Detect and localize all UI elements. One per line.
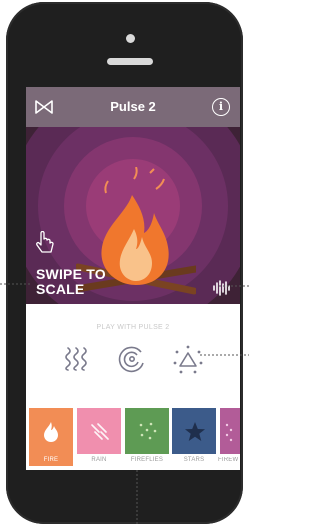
speaker-grille [107, 58, 153, 65]
info-icon[interactable]: i [212, 98, 230, 116]
tile-fire[interactable] [29, 408, 73, 454]
swipe-hint-line1: SWIPE TO [36, 266, 106, 282]
rain-icon [91, 423, 109, 440]
sound-wave-icon[interactable] [212, 280, 232, 296]
tile-label-stars[interactable]: STARS [169, 457, 219, 463]
sound-scene-selector: FIRE RAIN FIREFLIES STARS FIREW [26, 408, 240, 470]
swipe-hand-icon [36, 231, 54, 253]
tile-stars[interactable] [172, 408, 216, 454]
tile-label-fireflies[interactable]: FIREFLIES [122, 457, 172, 463]
tile-label-fireworks[interactable]: FIREW [218, 457, 240, 463]
tile-label-fire[interactable]: FIRE [29, 454, 73, 466]
flame-icon [44, 422, 58, 442]
fireflies-icon [139, 422, 157, 440]
camera-dot [126, 34, 135, 43]
spiral-pulse-icon[interactable] [117, 345, 147, 375]
swipe-to-scale-hint: SWIPE TO SCALE [36, 267, 106, 297]
callout-line-right-mid [200, 354, 249, 356]
tile-label-rain[interactable]: RAIN [74, 457, 124, 463]
triangle-sparkle-icon[interactable] [173, 345, 203, 375]
swipe-hint-line2: SCALE [36, 281, 85, 297]
callout-line-left [0, 283, 30, 285]
tile-fireflies[interactable] [125, 408, 169, 454]
callout-line-bottom [136, 470, 138, 526]
phone-frame: Pulse 2 i SWIPE TO SCALE PLAY WITH PULSE… [6, 2, 243, 524]
tile-fireworks[interactable] [220, 408, 240, 454]
page-title: Pulse 2 [110, 99, 156, 114]
app-screen: Pulse 2 i SWIPE TO SCALE PLAY WITH PULSE… [26, 87, 240, 470]
tile-rain[interactable] [77, 408, 121, 454]
callout-line-right-top [219, 285, 249, 287]
fireworks-icon [225, 423, 233, 442]
play-with-label: PLAY WITH PULSE 2 [96, 324, 170, 331]
star-icon [185, 422, 205, 441]
top-bar: Pulse 2 i [26, 87, 240, 127]
fire-scene[interactable]: SWIPE TO SCALE [26, 127, 240, 304]
vibration-wave-icon[interactable] [63, 345, 89, 371]
